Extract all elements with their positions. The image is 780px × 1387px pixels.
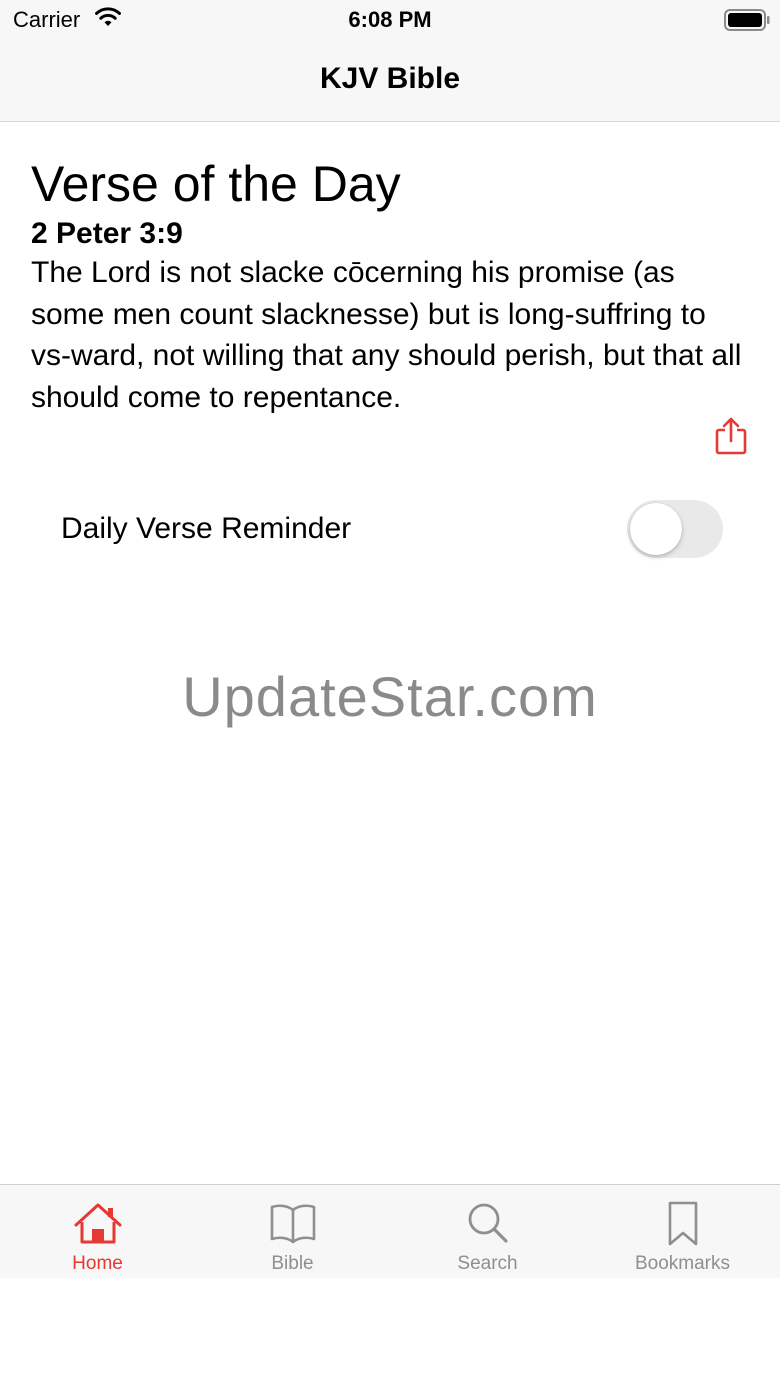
tab-bible[interactable]: Bible [195, 1185, 390, 1279]
bookmark-icon [668, 1201, 697, 1246]
battery-icon [724, 9, 770, 36]
status-time: 6:08 PM [348, 7, 432, 32]
verse-text: The Lord is not slacke cōcerning his pro… [31, 256, 742, 414]
search-icon [468, 1203, 508, 1243]
verse-of-day-heading: Verse of the Day [31, 156, 401, 212]
watermark: UpdateStar.com [182, 665, 598, 728]
house-icon [74, 1203, 121, 1244]
daily-reminder-label: Daily Verse Reminder [61, 512, 352, 545]
tab-search[interactable]: Search [390, 1185, 585, 1279]
tab-bookmarks[interactable]: Bookmarks [585, 1185, 780, 1279]
toggle-knob [630, 503, 682, 555]
share-button[interactable] [714, 416, 748, 456]
share-icon [715, 417, 747, 455]
verse-reference: 2 Peter 3:9 [31, 217, 183, 250]
navigation-bar: KJV Bible [0, 40, 780, 122]
page-title: KJV Bible [319, 62, 461, 95]
tab-label: Bible [271, 1253, 314, 1274]
tab-label: Bookmarks [634, 1253, 731, 1274]
tab-home[interactable]: Home [0, 1185, 195, 1279]
tab-label: Search [457, 1253, 518, 1274]
daily-reminder-toggle[interactable] [627, 500, 723, 558]
tab-bar: Home Bible Search Bookmarks [0, 1184, 780, 1278]
tab-label: Home [72, 1253, 123, 1274]
book-icon [270, 1204, 315, 1244]
status-bar: Carrier 6:08 PM [0, 0, 780, 40]
